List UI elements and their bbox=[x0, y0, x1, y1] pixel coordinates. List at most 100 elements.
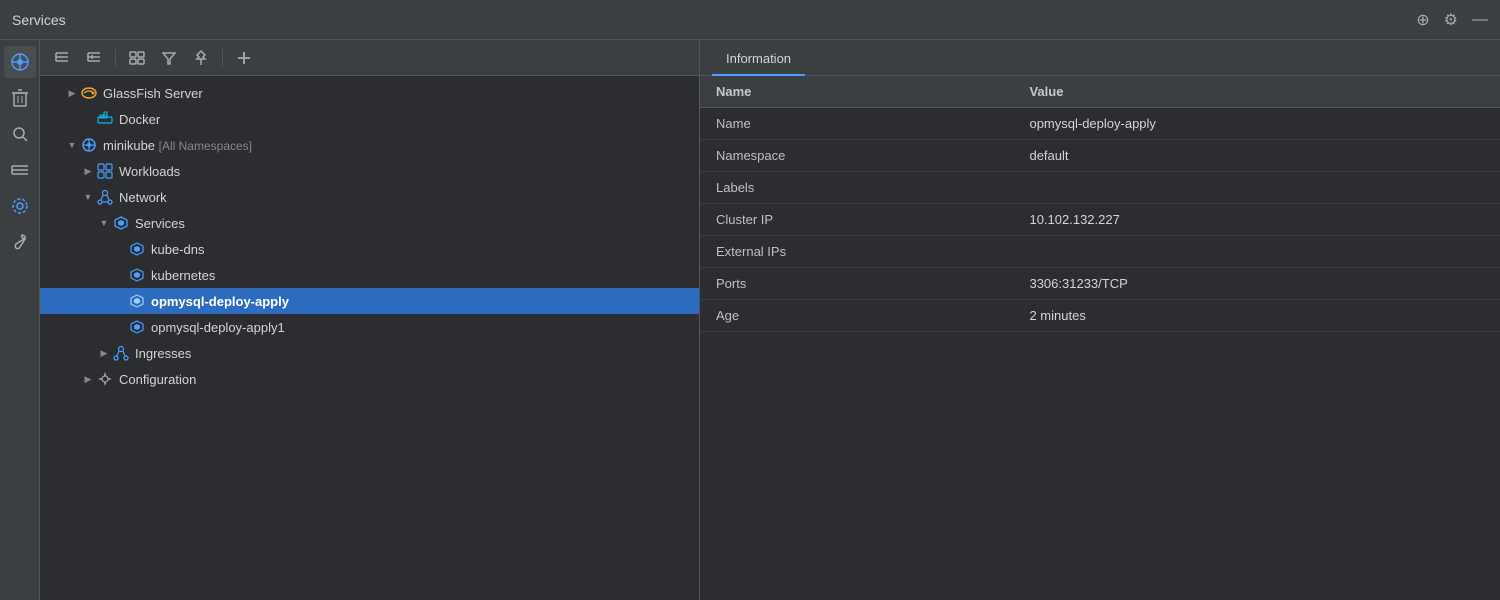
sidebar-icons bbox=[0, 40, 40, 600]
table-header-row: Name Value bbox=[700, 76, 1500, 108]
pin-icon bbox=[194, 50, 208, 66]
tree-item-network[interactable]: ▼ Network bbox=[40, 184, 699, 210]
collapse-all-icon bbox=[54, 51, 70, 65]
title-bar: Services ⊕ ⚙ — bbox=[0, 0, 1500, 40]
row-value bbox=[1013, 236, 1500, 268]
group-button[interactable] bbox=[123, 45, 151, 71]
tree-item-glassfish[interactable]: ▶ GlassFish Server bbox=[40, 80, 699, 106]
tab-bar: Information bbox=[700, 40, 1500, 76]
main-layout: ▶ GlassFish Server bbox=[0, 40, 1500, 600]
expand-opmysql bbox=[112, 293, 128, 309]
tab-information[interactable]: Information bbox=[712, 45, 805, 76]
toolbar-separator-1 bbox=[115, 49, 116, 67]
tree-item-configuration[interactable]: ▶ Configuration bbox=[40, 366, 699, 392]
minimize-icon[interactable]: — bbox=[1472, 11, 1488, 29]
info-panel: Information Name Value Nameopmysql-deplo… bbox=[700, 40, 1500, 600]
expand-glassfish[interactable]: ▶ bbox=[64, 85, 80, 101]
filter-button[interactable] bbox=[155, 45, 183, 71]
title-bar-actions: ⊕ ⚙ — bbox=[1416, 10, 1488, 30]
properties-table: Name Value Nameopmysql-deploy-applyNames… bbox=[700, 76, 1500, 332]
row-name: Namespace bbox=[700, 140, 1013, 172]
row-value bbox=[1013, 172, 1500, 204]
expand-services-node[interactable]: ▼ bbox=[96, 215, 112, 231]
opmysql1-label: opmysql-deploy-apply1 bbox=[151, 320, 285, 335]
kube-dns-label: kube-dns bbox=[151, 242, 204, 257]
tree-item-opmysql-deploy-apply[interactable]: opmysql-deploy-apply bbox=[40, 288, 699, 314]
docker-icon bbox=[96, 110, 114, 128]
tree-item-docker[interactable]: Docker bbox=[40, 106, 699, 132]
ingresses-icon bbox=[112, 344, 130, 362]
tree-item-ingresses[interactable]: ▶ Ingresses bbox=[40, 340, 699, 366]
sidebar-btn-delete[interactable] bbox=[4, 82, 36, 114]
sidebar-btn-wrench[interactable] bbox=[4, 226, 36, 258]
settings-icon[interactable]: ⚙ bbox=[1444, 10, 1458, 30]
expand-ingresses[interactable]: ▶ bbox=[96, 345, 112, 361]
services-node-label: Services bbox=[135, 216, 185, 231]
pin-button[interactable] bbox=[187, 45, 215, 71]
expand-kubernetes bbox=[112, 267, 128, 283]
row-name: Name bbox=[700, 108, 1013, 140]
tree-item-kube-dns[interactable]: kube-dns bbox=[40, 236, 699, 262]
expand-configuration[interactable]: ▶ bbox=[80, 371, 96, 387]
collapse-all-button[interactable] bbox=[48, 45, 76, 71]
workloads-icon bbox=[96, 162, 114, 180]
table-row: External IPs bbox=[700, 236, 1500, 268]
tree-item-services-node[interactable]: ▼ Services bbox=[40, 210, 699, 236]
add-icon[interactable]: ⊕ bbox=[1416, 10, 1429, 30]
configuration-icon bbox=[96, 370, 114, 388]
add-icon bbox=[237, 51, 251, 65]
table-row: Age2 minutes bbox=[700, 300, 1500, 332]
opmysql1-icon bbox=[128, 318, 146, 336]
table-row: Labels bbox=[700, 172, 1500, 204]
sidebar-btn-layers[interactable] bbox=[4, 154, 36, 186]
row-value: opmysql-deploy-apply bbox=[1013, 108, 1500, 140]
table-row: Ports3306:31233/TCP bbox=[700, 268, 1500, 300]
search-icon bbox=[12, 126, 28, 142]
kube-dns-icon bbox=[128, 240, 146, 258]
info-table: Name Value Nameopmysql-deploy-applyNames… bbox=[700, 76, 1500, 600]
sidebar-btn-settings[interactable] bbox=[4, 190, 36, 222]
expand-minikube[interactable]: ▼ bbox=[64, 137, 80, 153]
sidebar-btn-search[interactable] bbox=[4, 118, 36, 150]
tree-item-opmysql-deploy-apply1[interactable]: opmysql-deploy-apply1 bbox=[40, 314, 699, 340]
gear-icon bbox=[11, 197, 29, 215]
expand-network[interactable]: ▼ bbox=[80, 189, 96, 205]
tree-content[interactable]: ▶ GlassFish Server bbox=[40, 76, 699, 600]
row-name: External IPs bbox=[700, 236, 1013, 268]
row-name: Ports bbox=[700, 268, 1013, 300]
row-name: Labels bbox=[700, 172, 1013, 204]
layers-icon bbox=[11, 162, 29, 178]
tree-panel: ▶ GlassFish Server bbox=[40, 40, 700, 600]
row-value: 3306:31233/TCP bbox=[1013, 268, 1500, 300]
expand-docker[interactable] bbox=[80, 111, 96, 127]
expand-workloads[interactable]: ▶ bbox=[80, 163, 96, 179]
services-node-icon bbox=[112, 214, 130, 232]
network-icon bbox=[96, 188, 114, 206]
opmysql-icon bbox=[128, 292, 146, 310]
group-icon bbox=[129, 51, 145, 65]
tree-item-kubernetes[interactable]: kubernetes bbox=[40, 262, 699, 288]
app-window: Services ⊕ ⚙ — bbox=[0, 0, 1500, 600]
services-sidebar-icon bbox=[10, 52, 30, 72]
minikube-label: minikube [All Namespaces] bbox=[103, 138, 252, 153]
add-button[interactable] bbox=[230, 45, 258, 71]
table-row: Cluster IP10.102.132.227 bbox=[700, 204, 1500, 236]
tree-item-workloads[interactable]: ▶ Workloads bbox=[40, 158, 699, 184]
kubernetes-label: kubernetes bbox=[151, 268, 215, 283]
row-value: 10.102.132.227 bbox=[1013, 204, 1500, 236]
toolbar bbox=[40, 40, 699, 76]
row-name: Age bbox=[700, 300, 1013, 332]
docker-label: Docker bbox=[119, 112, 160, 127]
sidebar-btn-services[interactable] bbox=[4, 46, 36, 78]
row-value: default bbox=[1013, 140, 1500, 172]
tree-item-minikube[interactable]: ▼ minikube [All Namespaces] bbox=[40, 132, 699, 158]
toolbar-separator-2 bbox=[222, 49, 223, 67]
configuration-label: Configuration bbox=[119, 372, 196, 387]
table-body: Nameopmysql-deploy-applyNamespacedefault… bbox=[700, 108, 1500, 332]
expand-all-button[interactable] bbox=[80, 45, 108, 71]
glassfish-icon bbox=[80, 84, 98, 102]
opmysql-label: opmysql-deploy-apply bbox=[151, 294, 289, 309]
row-value: 2 minutes bbox=[1013, 300, 1500, 332]
trash-icon bbox=[12, 89, 28, 107]
workloads-label: Workloads bbox=[119, 164, 180, 179]
